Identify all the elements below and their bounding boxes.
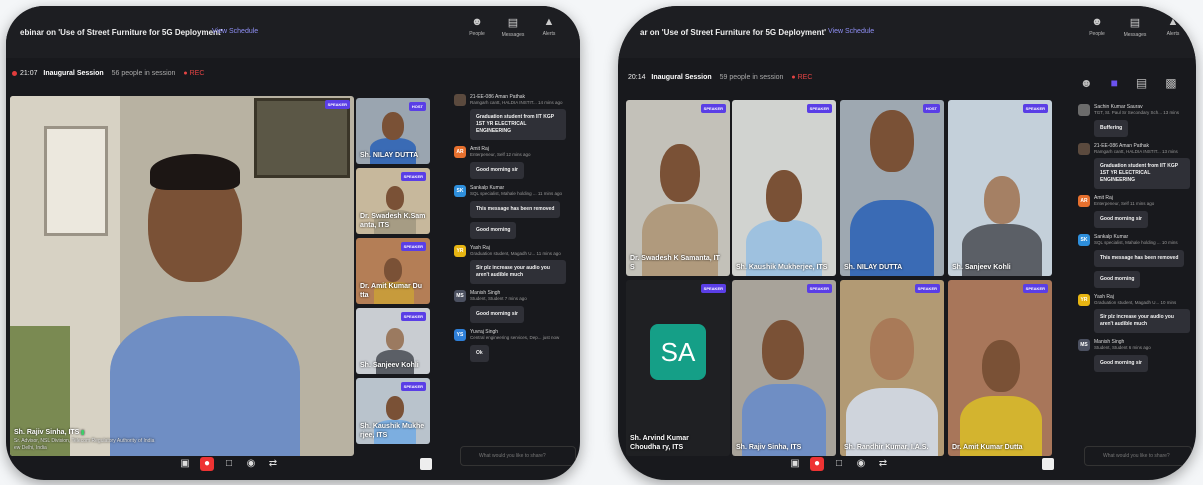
rec-indicator: ● REC — [791, 74, 813, 81]
chat-message: Sachin Kumar Saurav TGT, St. Paul Sr Sec… — [1078, 104, 1194, 137]
camera-icon[interactable]: ▣ — [788, 457, 802, 471]
mic-off-icon[interactable]: ● — [810, 457, 824, 471]
session-timer: 21:07 — [20, 70, 38, 77]
poll-tab-icon[interactable]: ▩ — [1165, 76, 1176, 90]
hand-icon[interactable]: ◉ — [244, 457, 258, 471]
sidebar-tabs: ☻ ■ ▤ ▩ — [1080, 76, 1177, 90]
participant-tile[interactable]: SPEAKER Dr. Amit Kumar Du tta — [356, 238, 430, 304]
participant-tile[interactable]: SPEAKER Sh. Sanjeev Kohli — [356, 308, 430, 374]
avatar — [1078, 104, 1090, 116]
speaker-name: Sh. Rajiv Sinha, ITS ▮ Sr. Advisor, NSL … — [14, 429, 155, 451]
chat-message: AR Amit Raj Enterpeneur, Self 11 mins ag… — [1078, 195, 1194, 228]
settings-icon[interactable]: ⇄ — [876, 457, 890, 471]
chat-toggle-icon[interactable] — [1042, 458, 1054, 470]
chat-message: YR Yash Raj Graduation student, Magadh U… — [1078, 294, 1194, 333]
alerts-icon: ▲ — [1167, 16, 1179, 28]
rec-indicator: ● REC — [183, 70, 205, 77]
session-name: Inaugural Session — [651, 74, 712, 81]
people-button[interactable]: ☻ People — [1080, 16, 1114, 37]
chat-message: 21-EE-086 Aman Pathak Ramgarh cantt, HAL… — [454, 94, 576, 140]
avatar: YR — [1078, 294, 1090, 306]
camera-icon[interactable]: ▣ — [178, 457, 192, 471]
chat-message: MS Manish Singh Student, Student 7 mins … — [454, 290, 576, 323]
chat-input[interactable]: What would you like to share? — [460, 446, 576, 466]
control-bar: ▣ ● □ ◉ ⇄ — [178, 456, 280, 472]
mic-off-icon[interactable]: ● — [200, 457, 214, 471]
avatar: SA — [650, 324, 706, 380]
qa-tab-icon[interactable]: ▤ — [1136, 76, 1147, 90]
avatar: YR — [454, 245, 466, 257]
alerts-button[interactable]: ▲ Alerts — [1156, 16, 1190, 37]
share-icon[interactable]: □ — [222, 457, 236, 471]
alerts-icon: ▲ — [543, 16, 555, 28]
people-count: 56 people in session — [111, 70, 176, 77]
chat-message: MS Manish Singh Student, Student 6 mins … — [1078, 339, 1194, 372]
participant-tile[interactable]: SPEAKER Sh. Rajiv Sinha, ITS — [732, 280, 836, 456]
avatar: MS — [454, 290, 466, 302]
participant-tile[interactable]: SPEAKER Dr. Amit Kumar Dutta — [948, 280, 1052, 456]
messages-icon: ▤ — [507, 17, 519, 29]
view-schedule-link[interactable]: View Schedule — [212, 28, 258, 35]
avatar — [1078, 143, 1090, 155]
control-bar: ▣ ● □ ◉ ⇄ — [788, 456, 890, 472]
avatar: YS — [454, 329, 466, 341]
avatar: AR — [454, 146, 466, 158]
messages-button[interactable]: ▤ Messages — [496, 16, 530, 38]
chat-panel: 21-EE-086 Aman Pathak Ramgarh cantt, HAL… — [454, 94, 576, 440]
share-icon[interactable]: □ — [832, 457, 846, 471]
session-name: Inaugural Session — [43, 70, 104, 77]
chat-message: YS Yuvraj Singh Central engineering serv… — [454, 329, 576, 362]
participant-tile[interactable]: SA SPEAKER Sh. Arvind Kumar Choudha ry, … — [626, 280, 730, 456]
people-icon: ☻ — [1091, 16, 1103, 28]
chat-input[interactable]: What would you like to share? — [1084, 446, 1192, 466]
chat-message: YR Yash Raj Graduation student, Magadh U… — [454, 245, 576, 284]
live-dot-icon — [12, 70, 17, 76]
chat-message: SK Sankalp Kumar SQL specialist, Mahale … — [454, 185, 576, 239]
avatar: SK — [1078, 234, 1090, 246]
participant-tile[interactable]: SPEAKER Sh. Kaushik Mukherjee, ITS — [732, 100, 836, 276]
participant-tile[interactable]: SPEAKER Dr. Swadesh K Samanta, IT S — [626, 100, 730, 276]
chat-message: 21-EE-086 Aman Pathak Ramgarh cantt, HAL… — [1078, 143, 1194, 189]
avatar: MS — [1078, 339, 1090, 351]
session-timer: 20:14 — [628, 74, 646, 81]
chat-message: AR Amit Raj Enterpeneur, Self 12 mins ag… — [454, 146, 576, 179]
view-schedule-link[interactable]: View Schedule — [828, 28, 874, 35]
settings-icon[interactable]: ⇄ — [266, 457, 280, 471]
people-icon: ☻ — [471, 16, 483, 28]
session-bar: 21:07 Inaugural Session 56 people in ses… — [12, 70, 204, 77]
participant-tile[interactable]: SPEAKER Sh. Randhir Kumar, I.A.S. — [840, 280, 944, 456]
main-speaker-video: SPEAKER Sh. Rajiv Sinha, ITS ▮ Sr. Advis… — [10, 96, 354, 456]
meeting-window-left: ebinar on 'Use of Street Furniture for 5… — [6, 6, 580, 480]
avatar: SK — [454, 185, 466, 197]
webinar-title: ebinar on 'Use of Street Furniture for 5… — [20, 28, 223, 37]
hand-icon[interactable]: ◉ — [854, 457, 868, 471]
chat-toggle-icon[interactable] — [420, 458, 432, 470]
top-bar: ar on 'Use of Street Furniture for 5G De… — [618, 6, 1196, 58]
participant-tile[interactable]: HOST Sh. NILAY DUTTA — [840, 100, 944, 276]
participant-tile[interactable]: HOST Sh. NILAY DUTTA — [356, 98, 430, 164]
participant-tile[interactable]: SPEAKER Sh. Kaushik Mukhe rjee, ITS — [356, 378, 430, 444]
chat-panel: Sachin Kumar Saurav TGT, St. Paul Sr Sec… — [1078, 104, 1194, 440]
people-count: 59 people in session — [719, 74, 784, 81]
people-button[interactable]: ☻ People — [460, 16, 494, 37]
meeting-window-right: ar on 'Use of Street Furniture for 5G De… — [618, 6, 1196, 480]
chat-tab-icon[interactable]: ■ — [1111, 76, 1118, 90]
avatar — [454, 94, 466, 106]
messages-button[interactable]: ▤ Messages — [1118, 16, 1152, 38]
participant-tile[interactable]: SPEAKER Dr. Swadesh K.Sam anta, ITS — [356, 168, 430, 234]
chat-message: SK Sankalp Kumar SQL specialist, Mahale … — [1078, 234, 1194, 288]
top-bar: ebinar on 'Use of Street Furniture for 5… — [6, 6, 580, 58]
webinar-title: ar on 'Use of Street Furniture for 5G De… — [640, 28, 827, 37]
role-badge: SPEAKER — [324, 100, 350, 109]
avatar: AR — [1078, 195, 1090, 207]
alerts-button[interactable]: ▲ Alerts — [532, 16, 566, 37]
messages-icon: ▤ — [1129, 17, 1141, 29]
people-tab-icon[interactable]: ☻ — [1080, 76, 1093, 90]
participant-tile[interactable]: SPEAKER Sh. Sanjeev Kohli — [948, 100, 1052, 276]
session-bar: 20:14 Inaugural Session 59 people in ses… — [628, 74, 812, 81]
